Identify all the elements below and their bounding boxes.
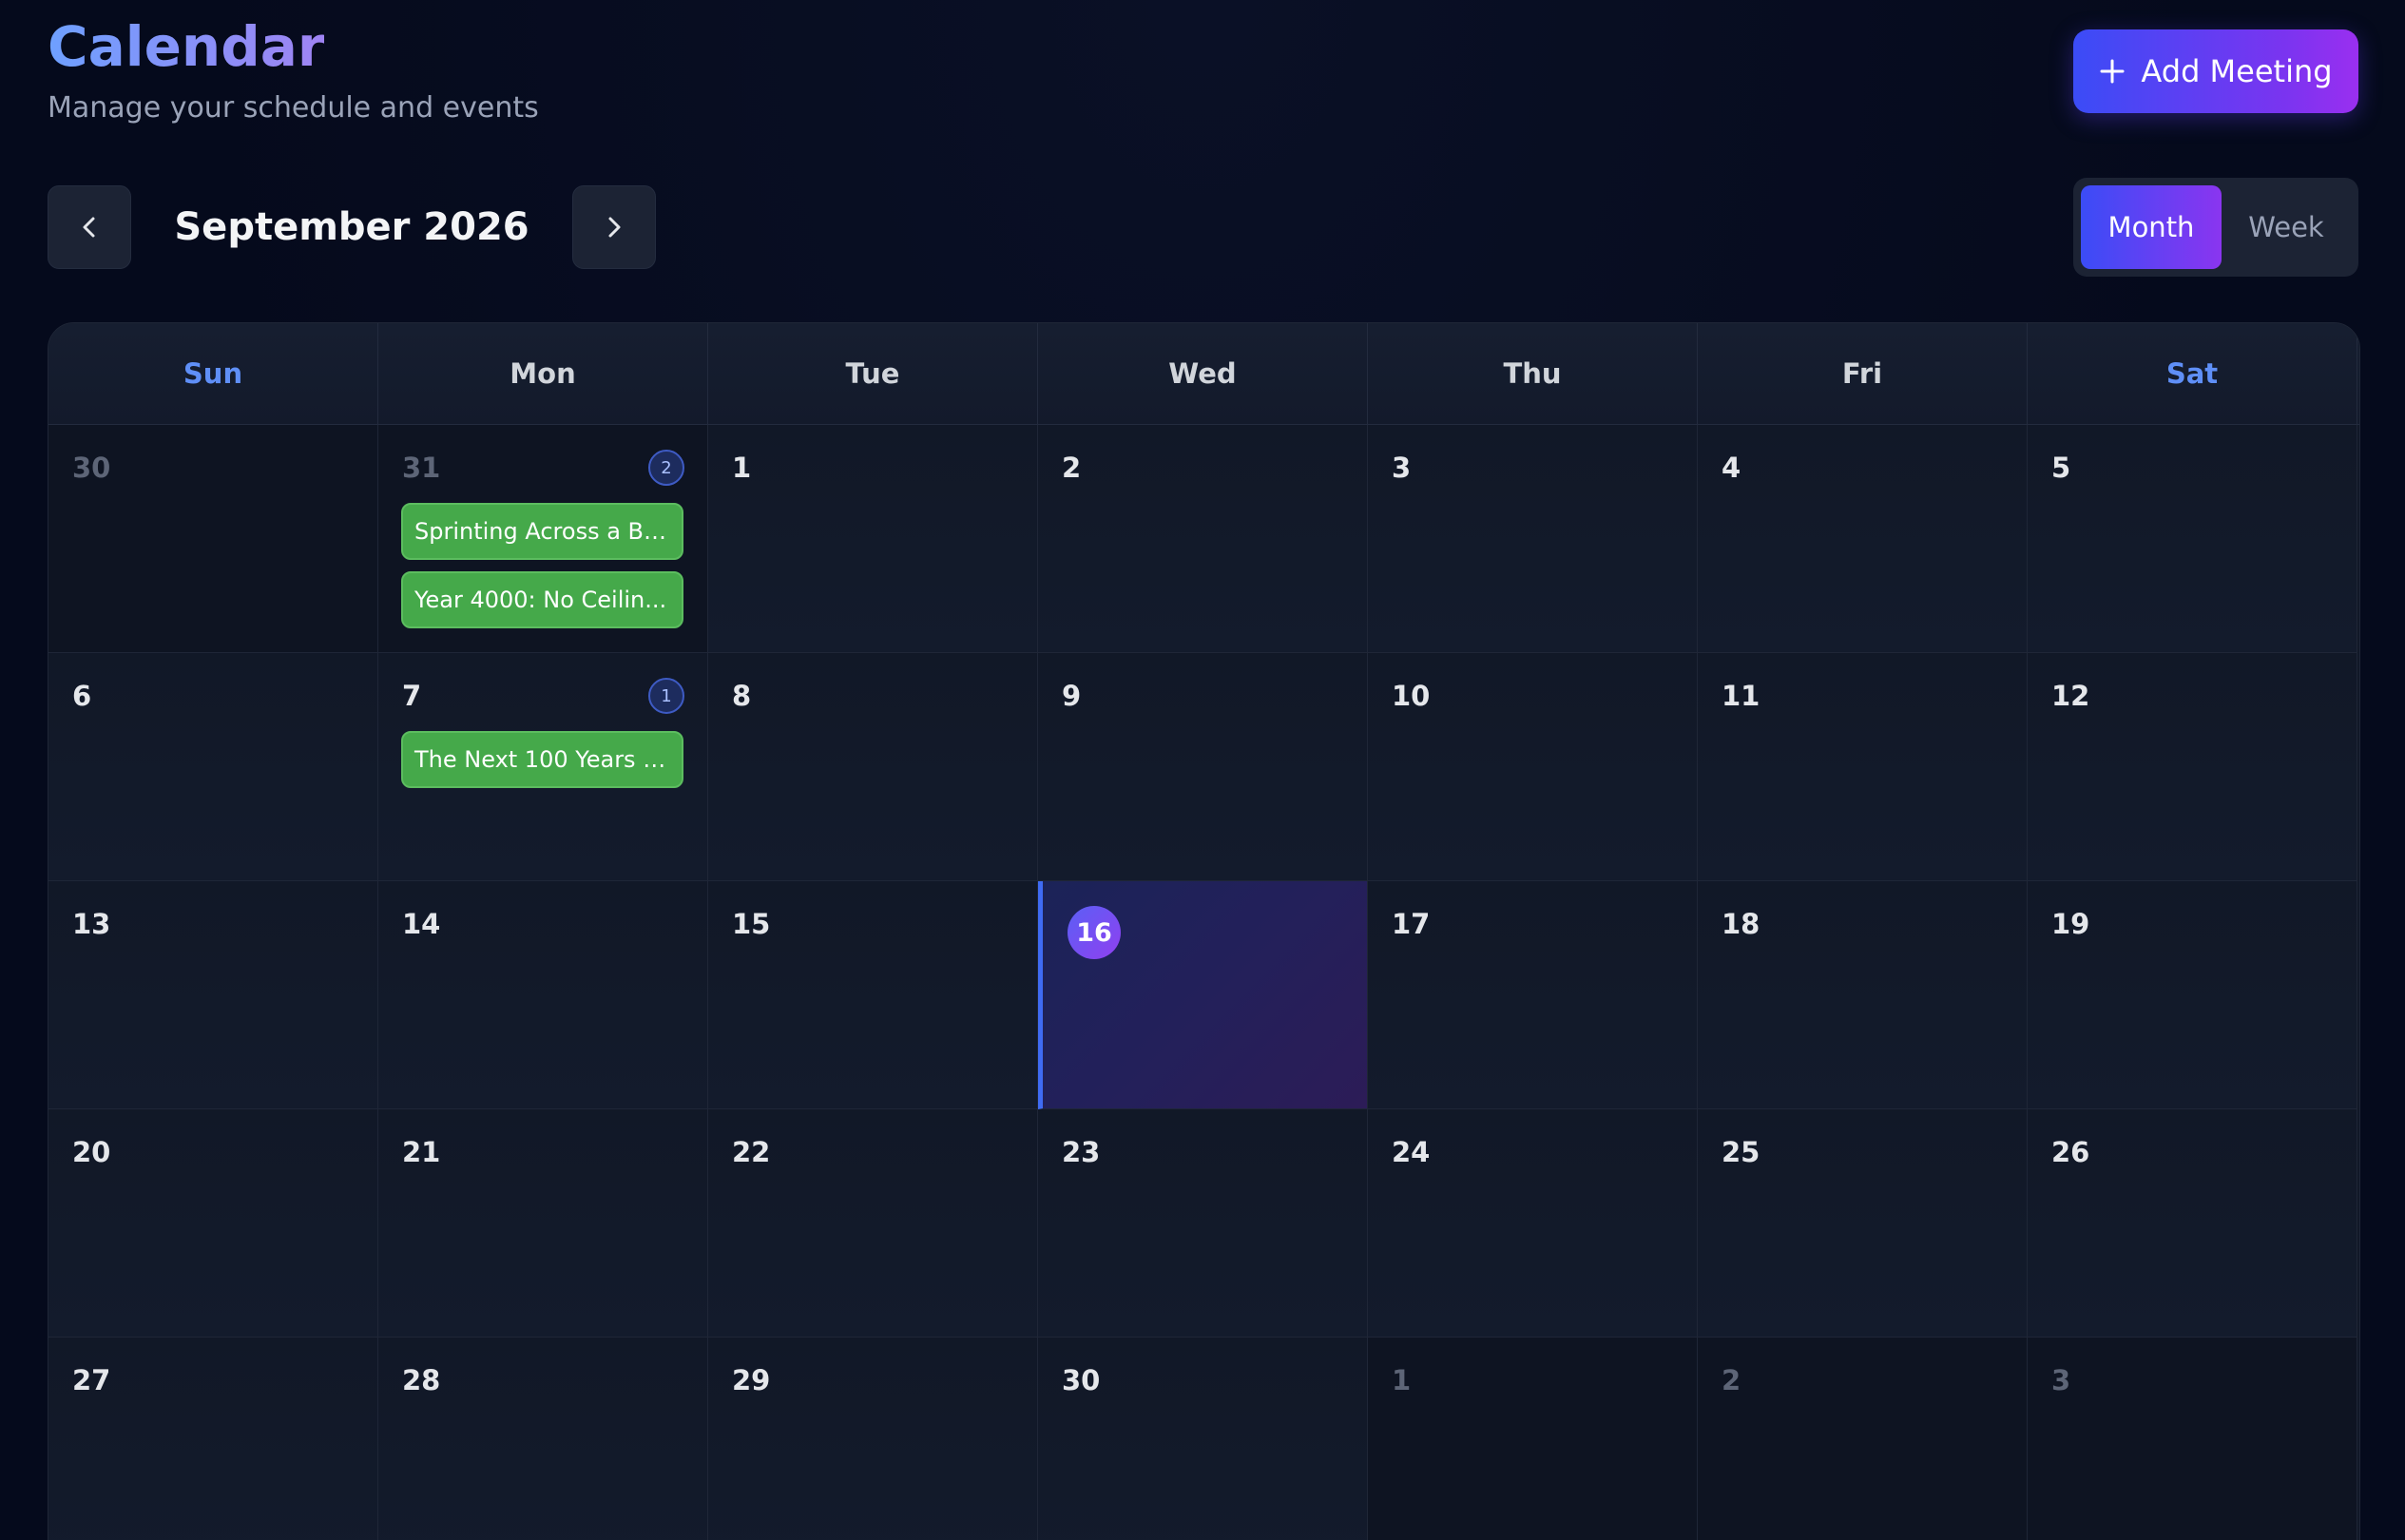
weekday-header-mon: Mon — [378, 323, 708, 424]
day-number: 2 — [1062, 452, 1082, 484]
day-cell[interactable]: 2 — [1038, 425, 1368, 653]
day-number: 14 — [402, 908, 441, 940]
next-month-button[interactable] — [572, 185, 656, 269]
day-number: 8 — [732, 680, 752, 712]
day-number: 11 — [1722, 680, 1760, 712]
day-cell[interactable]: 27 — [48, 1338, 378, 1540]
day-cell[interactable]: 29 — [708, 1338, 1038, 1540]
day-cell[interactable]: 24 — [1368, 1109, 1698, 1338]
day-number: 3 — [1392, 452, 1412, 484]
day-cell[interactable]: 25 — [1698, 1109, 2028, 1338]
month-view-button[interactable]: Month — [2081, 185, 2222, 269]
day-cell[interactable]: 23 — [1038, 1109, 1368, 1338]
day-cell[interactable]: 30 — [1038, 1338, 1368, 1540]
today-day-number: 16 — [1068, 906, 1121, 959]
day-number: 3 — [2051, 1364, 2071, 1396]
day-cell[interactable]: 11 — [1698, 653, 2028, 881]
day-cell-today[interactable]: 16 — [1038, 881, 1368, 1109]
day-cell[interactable]: 4 — [1698, 425, 2028, 653]
day-number: 5 — [2051, 452, 2071, 484]
day-cell[interactable]: 15 — [708, 881, 1038, 1109]
day-number: 25 — [1722, 1136, 1760, 1168]
page-title: Calendar — [48, 11, 324, 82]
event-chip[interactable]: Sprinting Across a Bu... — [401, 503, 683, 560]
day-number: 22 — [732, 1136, 771, 1168]
day-cell[interactable]: 13 — [48, 881, 378, 1109]
day-number: 21 — [402, 1136, 441, 1168]
day-number: 1 — [732, 452, 752, 484]
day-cell[interactable]: 6 — [48, 653, 378, 881]
day-number: 30 — [1062, 1364, 1101, 1396]
day-number: 27 — [72, 1364, 111, 1396]
day-cell[interactable]: 20 — [48, 1109, 378, 1338]
week-view-button[interactable]: Week — [2222, 185, 2351, 269]
weekday-header-wed: Wed — [1038, 323, 1368, 424]
previous-month-button[interactable] — [48, 185, 131, 269]
day-number: 9 — [1062, 680, 1082, 712]
day-number: 1 — [1392, 1364, 1412, 1396]
weekday-header-thu: Thu — [1368, 323, 1698, 424]
day-cell[interactable]: 19 — [2028, 881, 2357, 1109]
event-count-badge: 1 — [648, 678, 684, 714]
add-meeting-button[interactable]: Add Meeting — [2073, 29, 2358, 113]
day-number: 31 — [402, 452, 441, 484]
day-number: 23 — [1062, 1136, 1101, 1168]
day-number: 4 — [1722, 452, 1741, 484]
day-cell[interactable]: 21 — [378, 1109, 708, 1338]
day-cell[interactable]: 7 1 The Next 100 Years o... — [378, 653, 708, 881]
day-cell[interactable]: 26 — [2028, 1109, 2357, 1338]
day-cell[interactable]: 31 2 Sprinting Across a Bu... Year 4000: No… — [378, 425, 708, 653]
day-number: 6 — [72, 680, 92, 712]
day-cell[interactable]: 1 — [1368, 1338, 1698, 1540]
day-number: 19 — [2051, 908, 2090, 940]
chevron-left-icon — [83, 217, 95, 238]
day-cell[interactable]: 17 — [1368, 881, 1698, 1109]
day-number: 28 — [402, 1364, 441, 1396]
day-number: 17 — [1392, 908, 1431, 940]
page-subtitle: Manage your schedule and events — [48, 91, 539, 125]
day-cell[interactable]: 2 — [1698, 1338, 2028, 1540]
month-calendar-grid: Sun Mon Tue Wed Thu Fri Sat 30 31 2 Sprinti… — [48, 322, 2360, 1540]
view-toggle: Month Week — [2073, 178, 2358, 277]
event-chip[interactable]: Year 4000: No Ceilin... — [401, 571, 683, 628]
day-number: 7 — [402, 680, 422, 712]
day-number: 15 — [732, 908, 771, 940]
day-cell[interactable]: 8 — [708, 653, 1038, 881]
add-meeting-label: Add Meeting — [2141, 53, 2333, 89]
day-cell[interactable]: 28 — [378, 1338, 708, 1540]
weekday-header-sun: Sun — [48, 323, 378, 424]
day-cell[interactable]: 5 — [2028, 425, 2357, 653]
day-number: 10 — [1392, 680, 1431, 712]
plus-icon — [2100, 59, 2125, 84]
day-cell[interactable]: 1 — [708, 425, 1038, 653]
day-cell[interactable]: 12 — [2028, 653, 2357, 881]
day-number: 2 — [1722, 1364, 1741, 1396]
weekday-header-sat: Sat — [2028, 323, 2357, 424]
day-number: 18 — [1722, 908, 1760, 940]
calendar-page: Calendar Manage your schedule and events… — [0, 0, 2405, 1540]
event-count-badge: 2 — [648, 450, 684, 486]
day-number: 29 — [732, 1364, 771, 1396]
weekday-header-tue: Tue — [708, 323, 1038, 424]
day-cell[interactable]: 3 — [1368, 425, 1698, 653]
current-month-label: September 2026 — [174, 205, 529, 249]
day-number: 30 — [72, 452, 111, 484]
day-cell[interactable]: 30 — [48, 425, 378, 653]
day-number: 26 — [2051, 1136, 2090, 1168]
day-number: 24 — [1392, 1136, 1431, 1168]
day-cell[interactable]: 18 — [1698, 881, 2028, 1109]
event-chip[interactable]: The Next 100 Years o... — [401, 731, 683, 788]
day-cell[interactable]: 3 — [2028, 1338, 2357, 1540]
day-number: 13 — [72, 908, 111, 940]
day-cell[interactable]: 9 — [1038, 653, 1368, 881]
day-number: 20 — [72, 1136, 111, 1168]
weekday-header-fri: Fri — [1698, 323, 2028, 424]
weekday-header-row: Sun Mon Tue Wed Thu Fri Sat — [48, 323, 2359, 425]
chevron-right-icon — [608, 217, 621, 238]
day-number: 12 — [2051, 680, 2090, 712]
day-cell[interactable]: 14 — [378, 881, 708, 1109]
day-grid: 30 31 2 Sprinting Across a Bu... Year 4000: … — [48, 425, 2359, 1540]
day-cell[interactable]: 10 — [1368, 653, 1698, 881]
day-cell[interactable]: 22 — [708, 1109, 1038, 1338]
